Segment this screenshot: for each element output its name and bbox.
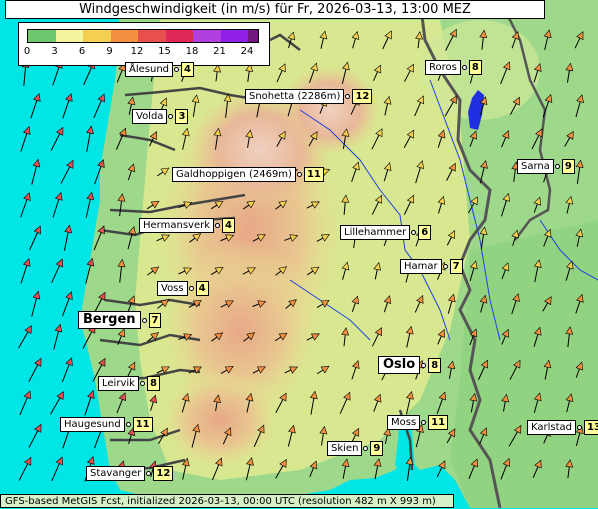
city-wind-value: 12	[153, 466, 174, 481]
legend-color-swatch	[55, 30, 83, 42]
city-marker-icon	[442, 264, 448, 269]
city-wind-value: 4	[195, 281, 209, 296]
legend-tick-label: 9	[106, 46, 113, 57]
city-wind-value: 4	[222, 218, 235, 233]
city-label: Galdhoppigen (2469m) 11	[172, 167, 324, 182]
city-wind-value: 3	[175, 109, 189, 124]
city-name: Moss	[387, 415, 421, 430]
city-name: Roros	[425, 60, 461, 75]
city-label: Roros 8	[425, 60, 482, 75]
city-marker-icon	[215, 223, 220, 228]
city-marker-icon	[363, 446, 369, 451]
legend-colorbar	[27, 29, 259, 43]
legend-tick-label: 0	[23, 46, 31, 57]
legend-color-swatch	[28, 30, 56, 42]
city-wind-value: 11	[428, 415, 449, 430]
city-name: Leirvik	[98, 376, 139, 391]
city-wind-value: 13	[584, 420, 598, 435]
city-wind-value: 7	[148, 312, 162, 328]
city-label: Skien 9	[327, 441, 384, 456]
city-label: Lillehammer 6	[340, 225, 432, 240]
legend-tick-label: 18	[185, 46, 199, 57]
city-name: Ålesund	[125, 62, 174, 77]
city-name: Hamar	[400, 259, 442, 274]
city-name: Haugesund	[60, 417, 125, 432]
city-label: Moss 11	[387, 415, 449, 430]
map-title: Windgeschwindigkeit (in m/s) für Fr, 202…	[5, 0, 545, 19]
city-marker-icon	[421, 420, 427, 425]
city-marker-icon	[125, 422, 131, 427]
city-name: Hermansverk	[139, 218, 214, 233]
city-name: Volda	[132, 109, 168, 124]
legend-color-swatch	[138, 30, 166, 42]
city-label: Volda 3	[132, 109, 189, 124]
city-name: Voss	[157, 281, 188, 296]
city-label: Hermansverk 4	[139, 218, 235, 233]
city-marker-icon	[554, 164, 560, 169]
city-label: Snohetta (2286m) 12	[245, 89, 373, 104]
footer-info: GFS-based MetGIS Fcst, initialized 2026-…	[0, 494, 454, 508]
city-marker-icon	[345, 94, 351, 99]
city-marker-icon	[411, 230, 417, 235]
city-marker-icon	[577, 425, 583, 430]
city-name: Skien	[327, 441, 363, 456]
city-name: Snohetta (2286m)	[245, 89, 345, 104]
city-wind-value: 8	[146, 376, 160, 391]
city-marker-icon	[146, 471, 152, 476]
city-marker-icon	[296, 172, 302, 177]
legend-tick-label: 12	[130, 46, 144, 57]
city-label: Voss 4	[157, 281, 209, 296]
city-wind-value: 8	[468, 60, 482, 75]
legend-color-swatch	[193, 30, 221, 42]
city-wind-value: 8	[428, 357, 442, 373]
city-wind-value: 9	[370, 441, 384, 456]
city-label: Leirvik 8	[98, 376, 160, 391]
city-wind-value: 11	[132, 417, 153, 432]
city-name: Galdhoppigen (2469m)	[172, 167, 296, 182]
legend-tick-label: 24	[240, 46, 254, 57]
city-wind-value: 12	[352, 89, 373, 104]
city-name: Sarna	[517, 159, 554, 174]
city-marker-icon	[174, 67, 180, 72]
city-marker-icon	[141, 317, 147, 323]
city-name: Karlstad	[527, 420, 577, 435]
city-label: Karlstad 13	[527, 420, 598, 435]
city-wind-value: 11	[303, 167, 324, 182]
city-name: Lillehammer	[340, 225, 411, 240]
city-wind-value: 9	[561, 159, 575, 174]
legend: 0 3 6 9 12 15 18 21 24	[18, 22, 270, 66]
legend-tick-label: 21	[213, 46, 226, 57]
city-name: Stavanger	[86, 466, 146, 481]
city-label: Stavanger 12	[86, 466, 174, 481]
city-marker-icon	[421, 362, 427, 368]
legend-color-swatch	[248, 30, 258, 42]
city-name: Bergen	[78, 311, 141, 329]
city-label: Ålesund 4	[125, 62, 194, 77]
city-wind-value: 4	[181, 62, 194, 77]
city-marker-icon	[461, 65, 467, 70]
legend-color-swatch	[165, 30, 193, 42]
legend-color-swatch	[220, 30, 248, 42]
legend-color-swatch	[110, 30, 138, 42]
city-label: Sarna 9	[517, 159, 575, 174]
city-label: Hamar 7	[400, 259, 463, 274]
city-label: Bergen 7	[78, 311, 162, 329]
legend-tick-label: 6	[78, 46, 86, 57]
city-marker-icon	[139, 381, 145, 386]
city-name: Oslo	[378, 356, 421, 374]
legend-color-swatch	[83, 30, 111, 42]
city-label: Oslo 8	[378, 356, 442, 374]
city-wind-value: 6	[418, 225, 432, 240]
city-marker-icon	[168, 114, 174, 119]
city-label: Haugesund 11	[60, 417, 153, 432]
legend-tick-label: 3	[51, 46, 58, 57]
legend-tick-label: 15	[158, 46, 171, 57]
city-wind-value: 7	[449, 259, 463, 274]
city-marker-icon	[188, 286, 194, 291]
